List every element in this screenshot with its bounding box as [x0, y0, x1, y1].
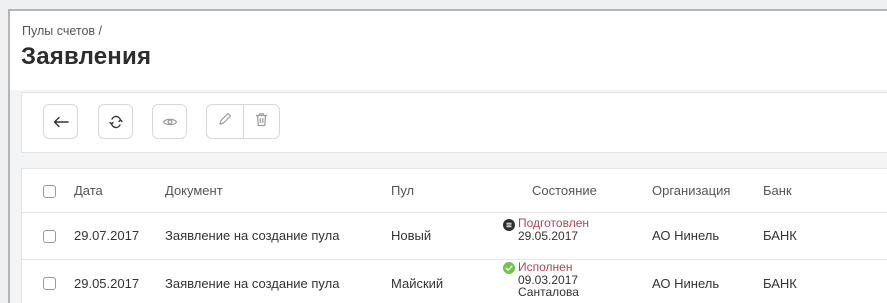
- row-bank: БАНК: [763, 276, 797, 291]
- refresh-button[interactable]: [98, 104, 133, 139]
- state-person: Санталова: [518, 285, 579, 299]
- arrow-left-icon: [53, 116, 69, 128]
- edit-button[interactable]: [207, 105, 243, 138]
- select-all-checkbox[interactable]: [43, 185, 56, 198]
- edit-delete-group: [206, 104, 280, 139]
- row-pool: Новый: [391, 228, 432, 243]
- column-header-document[interactable]: Документ: [165, 183, 223, 198]
- page-frame: Пулы счетов / Заявления Дата Документ Пу…: [8, 9, 887, 303]
- pencil-icon: [218, 112, 232, 131]
- table-header: Дата Документ Пул Состояние Организация …: [22, 169, 887, 213]
- refresh-icon: [108, 114, 124, 130]
- row-date: 29.05.2017: [74, 276, 140, 291]
- toolbar: [21, 92, 887, 153]
- row-date: 29.07.2017: [74, 228, 140, 243]
- trash-icon: [255, 112, 268, 132]
- row-bank: БАНК: [763, 228, 797, 243]
- column-header-date[interactable]: Дата: [74, 183, 103, 198]
- state-date: 29.05.2017: [518, 228, 579, 243]
- column-header-state[interactable]: Состояние: [532, 183, 597, 198]
- view-button[interactable]: [152, 104, 187, 139]
- page-header: Пулы счетов / Заявления: [10, 11, 887, 90]
- state-status: Исполнен: [518, 260, 573, 274]
- column-header-bank[interactable]: Банк: [763, 183, 792, 198]
- prepared-icon: [503, 219, 515, 231]
- row-document: Заявление на создание пула: [165, 276, 340, 291]
- breadcrumb[interactable]: Пулы счетов /: [22, 24, 102, 38]
- statements-table: Дата Документ Пул Состояние Организация …: [21, 168, 887, 303]
- row-document: Заявление на создание пула: [165, 228, 340, 243]
- check-icon: [503, 262, 515, 274]
- row-checkbox[interactable]: [43, 230, 56, 243]
- back-button[interactable]: [43, 104, 78, 139]
- row-checkbox[interactable]: [43, 277, 56, 290]
- row-pool: Майский: [391, 276, 444, 291]
- delete-button[interactable]: [243, 105, 279, 138]
- column-header-pool[interactable]: Пул: [391, 183, 414, 198]
- row-organization: АО Нинель: [652, 228, 720, 243]
- eye-icon: [162, 116, 178, 128]
- table-row[interactable]: 29.07.2017 Заявление на создание пула Но…: [22, 213, 887, 260]
- state-status: Подготовлен: [518, 216, 589, 230]
- page-title: Заявления: [21, 43, 152, 70]
- table-row[interactable]: 29.05.2017 Заявление на создание пула Ма…: [22, 260, 887, 303]
- row-organization: АО Нинель: [652, 276, 720, 291]
- column-header-organization[interactable]: Организация: [652, 183, 730, 198]
